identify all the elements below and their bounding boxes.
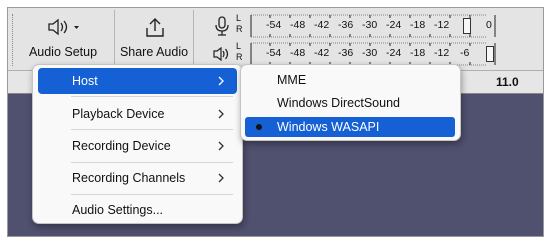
menu-item-label: Audio Settings... [72, 203, 164, 217]
menu-item-recording-device[interactable]: Recording Device [38, 133, 237, 159]
menu-separator [71, 162, 233, 163]
menu-item-label: Host [72, 74, 98, 88]
scale-label: -42 [314, 47, 330, 59]
scale-label: -24 [386, 47, 402, 59]
scale-label: -24 [386, 19, 402, 31]
scale-label: -12 [434, 47, 450, 59]
submenu-item-windows-directsound[interactable]: Windows DirectSound [245, 93, 455, 113]
share-icon [115, 16, 193, 38]
scale-label: -54 [266, 19, 282, 31]
radio-dot-icon [256, 124, 262, 130]
audio-setup-menu: Host Playback Device Recording Device Re… [32, 64, 243, 224]
menu-item-label: Playback Device [72, 107, 165, 121]
recording-level-slider[interactable] [463, 18, 471, 34]
toolbar-grip[interactable] [12, 14, 16, 66]
menu-item-recording-channels[interactable]: Recording Channels [38, 165, 237, 191]
submenu-item-windows-wasapi[interactable]: Windows WASAPI [245, 117, 455, 137]
scale-label: -30 [362, 19, 378, 31]
submenu-item-label: Windows DirectSound [277, 96, 400, 110]
share-audio-label: Share Audio [119, 45, 189, 59]
chevron-right-icon [217, 108, 225, 120]
channel-labels: LR [236, 41, 243, 62]
audio-setup-button[interactable]: Audio Setup [22, 10, 104, 68]
channel-labels: LR [236, 13, 243, 34]
submenu-item-label: Windows WASAPI [277, 120, 380, 134]
scale-label: -48 [290, 19, 306, 31]
toolbar: Audio Setup Share Audio L R -54 -48 -42 … [8, 8, 543, 71]
speaker-icon [22, 16, 104, 38]
scale-label: -18 [410, 47, 426, 59]
dropdown-arrow-icon [74, 26, 79, 29]
audio-setup-label: Audio Setup [28, 45, 98, 59]
menu-separator [71, 96, 233, 97]
menu-item-audio-settings[interactable]: Audio Settings... [38, 197, 237, 223]
scale-label: 0 [486, 19, 492, 31]
speaker-icon[interactable] [212, 43, 232, 65]
submenu-item-label: MME [277, 73, 307, 87]
playback-level-slider[interactable] [486, 46, 494, 62]
host-submenu: MME Windows DirectSound Windows WASAPI [240, 64, 461, 141]
chevron-right-icon [217, 172, 225, 184]
recording-meter[interactable]: LR -54 -48 -42 -36 -30 -24 -18 -12 0 [206, 12, 543, 40]
playback-meter-scale: -54 -48 -42 -36 -30 -24 -18 -12 -6 [248, 42, 498, 66]
microphone-icon[interactable] [212, 15, 232, 37]
ruler-time-label: 11.0 [496, 75, 519, 89]
menu-item-host[interactable]: Host [38, 68, 237, 94]
chevron-right-icon [217, 75, 225, 87]
menu-separator [71, 129, 233, 130]
menu-separator [71, 194, 233, 195]
scale-label: -30 [362, 47, 378, 59]
scale-label: -36 [338, 19, 354, 31]
scale-label: -12 [434, 19, 450, 31]
chevron-right-icon [217, 140, 225, 152]
scale-label: -18 [410, 19, 426, 31]
menu-item-playback-device[interactable]: Playback Device [38, 101, 237, 127]
scale-label: -36 [338, 47, 354, 59]
recording-meter-scale: -54 -48 -42 -36 -30 -24 -18 -12 0 [248, 14, 498, 38]
scale-label: -6 [460, 47, 470, 59]
submenu-item-mme[interactable]: MME [245, 70, 455, 90]
menu-item-label: Recording Device [72, 139, 171, 153]
scale-label: -42 [314, 19, 330, 31]
share-audio-button[interactable]: Share Audio [114, 10, 194, 68]
meter-toolbar: LR -54 -48 -42 -36 -30 -24 -18 -12 0 L R… [206, 10, 543, 68]
scale-label: -48 [290, 47, 306, 59]
scale-label: -54 [266, 47, 282, 59]
menu-item-label: Recording Channels [72, 171, 186, 185]
